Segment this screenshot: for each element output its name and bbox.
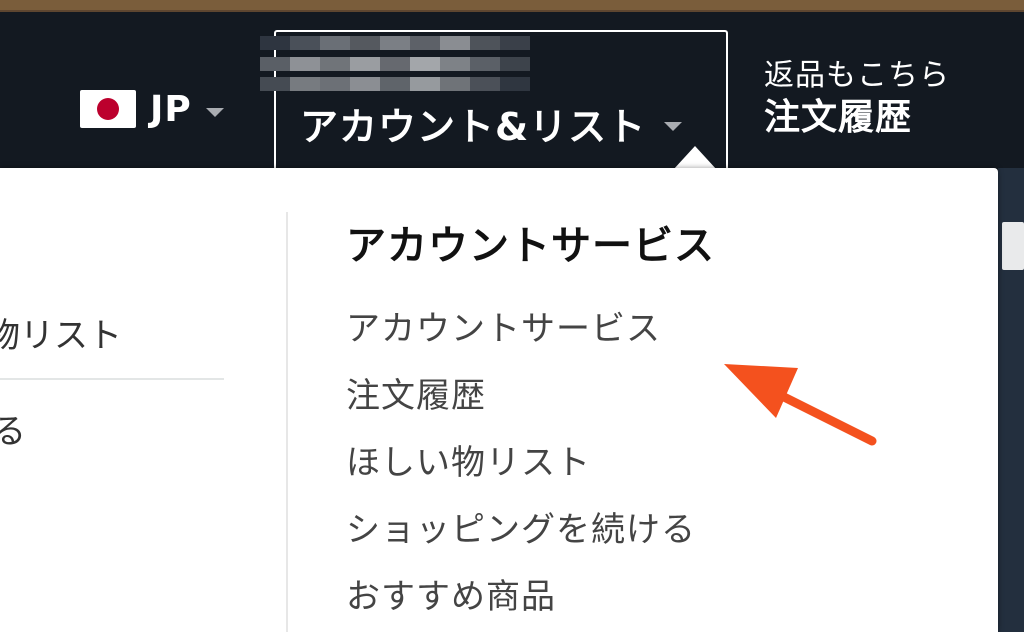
caret-down-icon bbox=[205, 107, 224, 117]
menu-item-wish-list[interactable]: ほしい物リスト bbox=[346, 430, 946, 497]
page: JP アカウント&リスト 返品もこちら 注文履歴 物リスト る アカウントサービ… bbox=[0, 0, 1024, 632]
language-selector[interactable]: JP bbox=[80, 84, 224, 134]
account-greeting-redacted bbox=[260, 36, 530, 98]
account-services-list: アカウントサービス 注文履歴 ほしい物リスト ショッピングを続ける おすすめ商品 bbox=[346, 296, 946, 631]
account-lists-label-row: アカウント&リスト bbox=[300, 96, 683, 151]
list-item[interactable]: る bbox=[0, 404, 26, 453]
menu-item-continue-shopping[interactable]: ショッピングを続ける bbox=[346, 497, 946, 564]
japan-flag-icon bbox=[80, 90, 136, 128]
account-services-heading: アカウントサービス bbox=[346, 223, 715, 269]
language-code: JP bbox=[150, 88, 192, 130]
menu-item-account-services[interactable]: アカウントサービス bbox=[346, 296, 946, 363]
returns-label: 返品もこちら bbox=[764, 58, 950, 93]
column-divider bbox=[286, 212, 288, 632]
orders-label: 注文履歴 bbox=[764, 97, 913, 138]
menu-item-order-history[interactable]: 注文履歴 bbox=[346, 363, 946, 430]
partial-background-glyph bbox=[1002, 222, 1024, 270]
menu-item-recommendations[interactable]: おすすめ商品 bbox=[346, 564, 946, 631]
account-lists-label: アカウント&リスト bbox=[300, 105, 647, 149]
caret-down-icon bbox=[664, 122, 683, 131]
flag-red-circle bbox=[97, 98, 119, 120]
list-item[interactable]: 物リスト bbox=[0, 308, 122, 357]
returns-orders-link[interactable]: 返品もこちら 注文履歴 bbox=[764, 56, 950, 140]
account-services-column: アカウントサービス アカウントサービス 注文履歴 ほしい物リスト ショッピングを… bbox=[346, 218, 946, 631]
account-dropdown-panel: 物リスト る アカウントサービス アカウントサービス 注文履歴 ほしい物リスト … bbox=[0, 168, 998, 632]
dropdown-pointer bbox=[673, 146, 717, 170]
list-divider bbox=[0, 378, 224, 380]
